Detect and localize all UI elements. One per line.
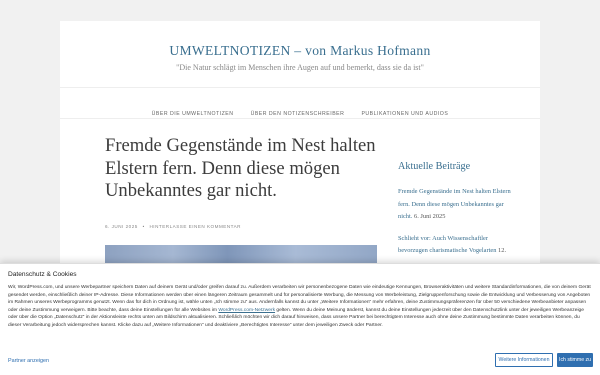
nav-item-publikationen[interactable]: PUBLIKATIONEN UND AUDIOS — [361, 111, 448, 117]
post-title[interactable]: Fremde Gegenstände im Nest halten Elster… — [105, 135, 380, 203]
nav-item-ueber-umweltnotizen[interactable]: ÜBER DIE UMWELTNOTIZEN — [152, 111, 234, 117]
post-meta: 6. JUNI 2025 • HINTERLASSE EINEN KOMMENT… — [105, 224, 380, 229]
recent-post-link[interactable]: Schlieht vor: Auch Wissenschaftler bevor… — [398, 235, 496, 255]
meta-separator: • — [142, 224, 145, 229]
nav-divider-top — [60, 87, 540, 88]
recent-posts-title: Aktuelle Beiträge — [398, 161, 471, 172]
cookie-consent-banner: Datenschutz & Cookies Wir, WordPress.com… — [0, 263, 600, 375]
agree-button[interactable]: Ich stimme zu — [557, 353, 593, 367]
consent-title: Datenschutz & Cookies — [8, 271, 77, 278]
nav-divider-bottom — [60, 118, 540, 119]
nav-item-ueber-notizenschreiber[interactable]: ÜBER DEN NOTIZENSCHREIBER — [251, 111, 345, 117]
recent-post-item: Fremde Gegenstände im Nest halten Elster… — [398, 186, 518, 224]
recent-posts-list: Fremde Gegenstände im Nest halten Elster… — [398, 186, 518, 267]
recent-post-date: 6. Juni 2025 — [414, 213, 446, 220]
site-description: "Die Natur schlägt im Menschen ihre Auge… — [176, 63, 424, 72]
site-title[interactable]: UMWELTNOTIZEN – von Markus Hofmann — [60, 43, 540, 59]
wordpress-network-link[interactable]: WordPress.com-Netzwerk — [218, 308, 275, 313]
recent-post-item: Schlieht vor: Auch Wissenschaftler bevor… — [398, 233, 518, 258]
post-date[interactable]: 6. JUNI 2025 — [105, 224, 138, 229]
show-partners-link[interactable]: Partner anzeigen — [8, 358, 49, 364]
main-navigation: ÜBER DIE UMWELTNOTIZEN ÜBER DEN NOTIZENS… — [60, 100, 540, 119]
consent-text: Wir, WordPress.com, und unsere Werbepart… — [8, 284, 592, 330]
comment-link[interactable]: HINTERLASSE EINEN KOMMENTAR — [149, 224, 241, 229]
more-information-button[interactable]: Weitere Informationen — [495, 353, 553, 367]
recent-post-date: 12. — [498, 247, 507, 254]
